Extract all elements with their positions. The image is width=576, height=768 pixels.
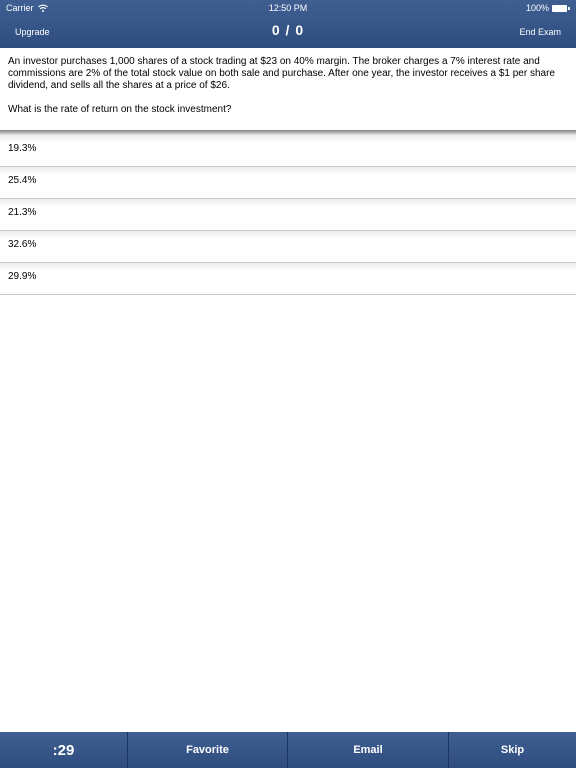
header: Carrier 12:50 PM 100% Upgrade 0 / 0 End … — [0, 0, 576, 48]
bottom-toolbar: :29 Favorite Email Skip — [0, 732, 576, 768]
answer-option-4[interactable]: 32.6% — [0, 231, 576, 263]
question-prompt: What is the rate of return on the stock … — [8, 104, 232, 115]
answer-list: 19.3% 25.4% 21.3% 32.6% 29.9% — [0, 135, 576, 295]
answer-option-1[interactable]: 19.3% — [0, 135, 576, 167]
answer-option-5[interactable]: 29.9% — [0, 263, 576, 295]
battery-percent: 100% — [525, 3, 549, 13]
end-exam-button[interactable]: End Exam — [519, 27, 561, 37]
battery-icon — [552, 4, 570, 12]
skip-button[interactable]: Skip — [449, 732, 576, 768]
answer-option-3[interactable]: 21.3% — [0, 199, 576, 231]
nav-bar: Upgrade 0 / 0 End Exam — [0, 16, 576, 48]
answer-option-2[interactable]: 25.4% — [0, 167, 576, 199]
question-panel: An investor purchases 1,000 shares of a … — [0, 48, 576, 132]
timer-button[interactable]: :29 — [0, 732, 128, 768]
exam-screen: Carrier 12:50 PM 100% Upgrade 0 / 0 End … — [0, 0, 576, 768]
favorite-button[interactable]: Favorite — [128, 732, 288, 768]
status-bar: Carrier 12:50 PM 100% — [0, 0, 576, 16]
question-counter: 0 / 0 — [271, 22, 305, 38]
status-right: 100% — [526, 3, 570, 13]
email-button[interactable]: Email — [288, 732, 449, 768]
status-time: 12:50 PM — [268, 3, 308, 13]
question-text: An investor purchases 1,000 shares of a … — [8, 56, 555, 91]
